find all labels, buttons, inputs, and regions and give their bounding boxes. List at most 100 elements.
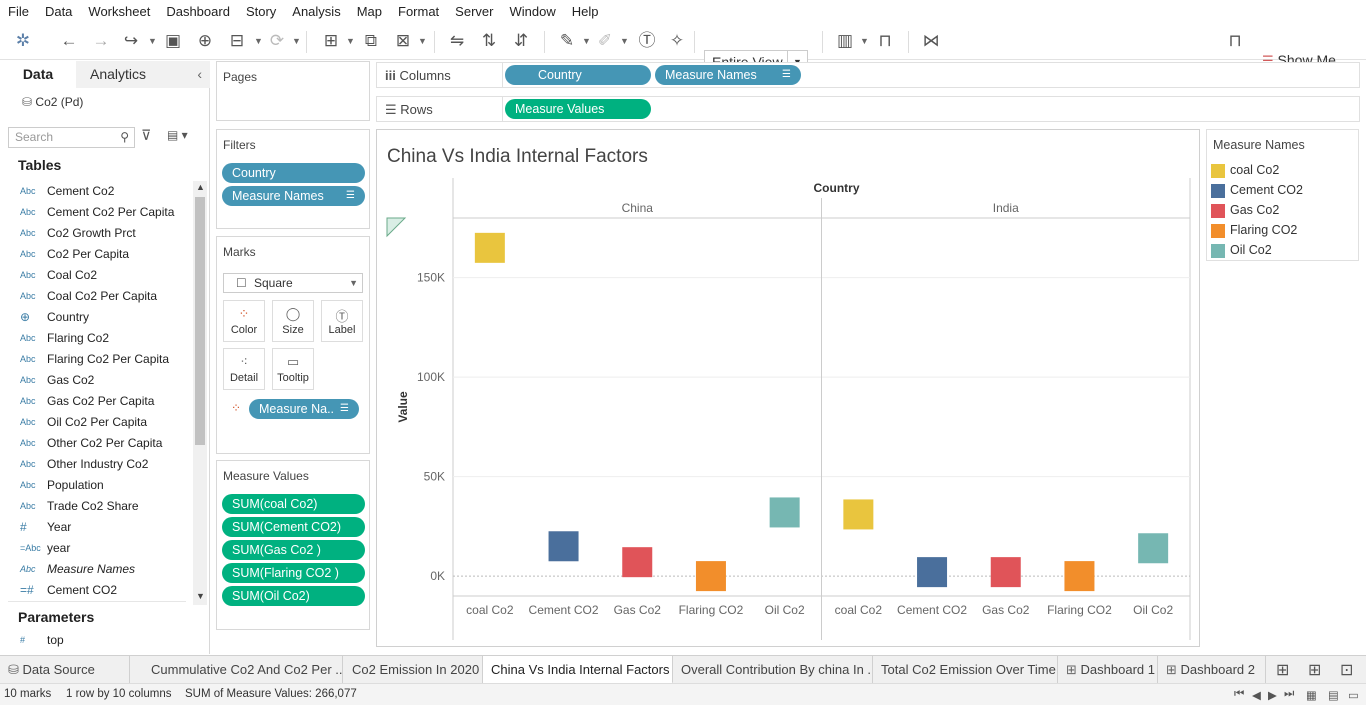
- field-item[interactable]: Abc Other Industry Co2: [0, 454, 192, 475]
- filter-icon[interactable]: ⊽: [141, 127, 151, 144]
- detail-button[interactable]: ⁖ Detail: [223, 348, 265, 390]
- show-cards-icon[interactable]: ▥: [834, 30, 856, 52]
- new-worksheet-icon[interactable]: ⊞: [1276, 660, 1289, 680]
- scrollbar-thumb[interactable]: [195, 197, 205, 445]
- group-members-icon[interactable]: ✐: [594, 30, 616, 52]
- menu-item-server[interactable]: Server: [455, 4, 493, 19]
- tab-co2-emission-2020[interactable]: Co2 Emission In 2020: [344, 656, 483, 684]
- tab-total-co2-emission[interactable]: Total Co2 Emission Over Time: [873, 656, 1058, 684]
- data-source[interactable]: ⛁ Co2 (Pd): [22, 95, 83, 109]
- legend-item[interactable]: Flaring CO2: [1211, 222, 1351, 240]
- collapse-pane-icon[interactable]: ‹: [197, 61, 202, 88]
- field-item[interactable]: =Abc year: [0, 538, 192, 559]
- refresh-caret-icon[interactable]: ▼: [292, 30, 301, 52]
- refresh-icon[interactable]: ⟳: [266, 30, 288, 52]
- filmstrip-icon[interactable]: ▤: [1328, 688, 1339, 702]
- menu-item-analysis[interactable]: Analysis: [292, 4, 340, 19]
- field-item[interactable]: Abc Coal Co2 Per Capita: [0, 286, 192, 307]
- menu-item-format[interactable]: Format: [398, 4, 439, 19]
- field-item[interactable]: =# Cement CO2: [0, 580, 192, 601]
- mark-type-select[interactable]: ☐ Square ▼: [223, 273, 363, 293]
- field-item[interactable]: Abc Other Co2 Per Capita: [0, 433, 192, 454]
- tooltip-button[interactable]: ▭ Tooltip: [272, 348, 314, 390]
- clear-sheet-icon[interactable]: ⊠: [392, 30, 414, 52]
- sheet-sorter-icon[interactable]: ▦: [1306, 688, 1317, 702]
- menu-item-data[interactable]: Data: [45, 4, 72, 19]
- field-item[interactable]: Abc Oil Co2 Per Capita: [0, 412, 192, 433]
- sort-ascending-icon[interactable]: ⇅: [478, 30, 500, 52]
- group-caret-icon[interactable]: ▼: [620, 30, 629, 52]
- new-story-icon[interactable]: ⊡: [1340, 660, 1353, 680]
- color-button[interactable]: ⁘ Color: [223, 300, 265, 342]
- duplicate-sheet-icon[interactable]: ⧉: [360, 30, 382, 52]
- field-item[interactable]: Abc Population: [0, 475, 192, 496]
- legend-item[interactable]: Oil Co2: [1211, 242, 1351, 260]
- view-options-icon[interactable]: ▤ ▾: [167, 128, 188, 142]
- tab-data[interactable]: Data: [0, 61, 76, 88]
- field-item[interactable]: Abc Measure Names: [0, 559, 192, 580]
- field-item[interactable]: Abc Flaring Co2: [0, 328, 192, 349]
- last-sheet-icon[interactable]: ⏭: [1284, 688, 1294, 701]
- size-button[interactable]: ◯ Size: [272, 300, 314, 342]
- field-item[interactable]: Abc Gas Co2 Per Capita: [0, 391, 192, 412]
- tab-analytics[interactable]: Analytics ‹: [76, 61, 210, 88]
- redo-icon[interactable]: →: [90, 30, 112, 52]
- tab-china-vs-india[interactable]: China Vs India Internal Factors: [483, 656, 673, 684]
- parameter-item[interactable]: # top: [0, 630, 192, 651]
- clear-caret-icon[interactable]: ▼: [418, 30, 427, 52]
- next-sheet-icon[interactable]: ▶: [1268, 688, 1277, 702]
- replay-caret-icon[interactable]: ▼: [148, 30, 157, 52]
- presentation-mode-icon[interactable]: ⊓: [874, 30, 896, 52]
- sort-descending-icon[interactable]: ⇵: [510, 30, 532, 52]
- save-icon[interactable]: ▣: [162, 30, 184, 52]
- menu-item-worksheet[interactable]: Worksheet: [88, 4, 150, 19]
- field-item[interactable]: # Year: [0, 517, 192, 538]
- field-item[interactable]: Abc Trade Co2 Share: [0, 496, 192, 517]
- show-mark-labels-icon[interactable]: Ⓣ: [636, 30, 658, 52]
- legend-item[interactable]: Gas Co2: [1211, 202, 1351, 220]
- pause-updates-icon[interactable]: ⊟: [226, 30, 248, 52]
- highlight-caret-icon[interactable]: ▼: [582, 30, 591, 52]
- menu-item-dashboard[interactable]: Dashboard: [166, 4, 230, 19]
- tab-dashboard-1[interactable]: ⊞ Dashboard 1: [1058, 656, 1158, 684]
- swap-rows-columns-icon[interactable]: ⇋: [446, 30, 468, 52]
- scroll-down-icon[interactable]: ▼: [196, 591, 205, 601]
- menu-item-map[interactable]: Map: [357, 4, 382, 19]
- pause-caret-icon[interactable]: ▼: [254, 30, 263, 52]
- field-item[interactable]: Abc Co2 Per Capita: [0, 244, 192, 265]
- measure-value-pill[interactable]: SUM(Oil Co2): [222, 586, 365, 606]
- label-button[interactable]: Ⓣ Label: [321, 300, 363, 342]
- field-item[interactable]: Abc Co2 Growth Prct: [0, 223, 192, 244]
- tab-dashboard-2[interactable]: ⊞ Dashboard 2: [1158, 656, 1266, 684]
- chart-canvas[interactable]: Country 0K 50K 100K 150K Value China coal Co2 Ce…: [377, 130, 1199, 646]
- legend-item[interactable]: Cement CO2: [1211, 182, 1351, 200]
- new-worksheet-icon[interactable]: ⊞: [320, 30, 342, 52]
- undo-icon[interactable]: ←: [58, 30, 80, 52]
- field-list-scrollbar[interactable]: ▲ ▼: [193, 181, 207, 605]
- replay-icon[interactable]: ↪: [120, 30, 142, 52]
- new-dashboard-icon[interactable]: ⊞: [1308, 660, 1321, 680]
- tab-data-source[interactable]: ⛁ Data Source: [0, 656, 130, 684]
- search-input[interactable]: Search ⚲: [8, 127, 135, 148]
- scroll-up-icon[interactable]: ▲: [196, 182, 205, 192]
- menu-item-help[interactable]: Help: [572, 4, 599, 19]
- binoculars-icon[interactable]: ⊓: [1224, 30, 1246, 52]
- measure-value-pill[interactable]: SUM(Cement CO2): [222, 517, 365, 537]
- tab-overall-contribution[interactable]: Overall Contribution By china In ...: [673, 656, 873, 684]
- measure-value-pill[interactable]: SUM(Flaring CO2 ): [222, 563, 365, 583]
- field-item[interactable]: Abc Cement Co2: [0, 181, 192, 202]
- field-item[interactable]: Abc Coal Co2: [0, 265, 192, 286]
- tableau-logo-icon[interactable]: ✲: [12, 30, 34, 52]
- prev-sheet-icon[interactable]: ◀: [1252, 688, 1261, 702]
- field-item[interactable]: Abc Cement Co2 Per Capita: [0, 202, 192, 223]
- show-cards-caret-icon[interactable]: ▼: [860, 30, 869, 52]
- filter-pill-country[interactable]: Country: [222, 163, 365, 183]
- field-item[interactable]: ⊕ Country: [0, 307, 192, 328]
- rows-pill-measure-values[interactable]: Measure Values: [505, 99, 651, 119]
- tabs-view-icon[interactable]: ▭: [1348, 688, 1359, 702]
- field-item[interactable]: Abc Flaring Co2 Per Capita: [0, 349, 192, 370]
- menu-item-story[interactable]: Story: [246, 4, 276, 19]
- tab-cummulative[interactable]: Cummulative Co2 And Co2 Per ...: [143, 656, 343, 684]
- new-worksheet-caret-icon[interactable]: ▼: [346, 30, 355, 52]
- filter-pill-measure-names[interactable]: Measure Names ☰: [222, 186, 365, 206]
